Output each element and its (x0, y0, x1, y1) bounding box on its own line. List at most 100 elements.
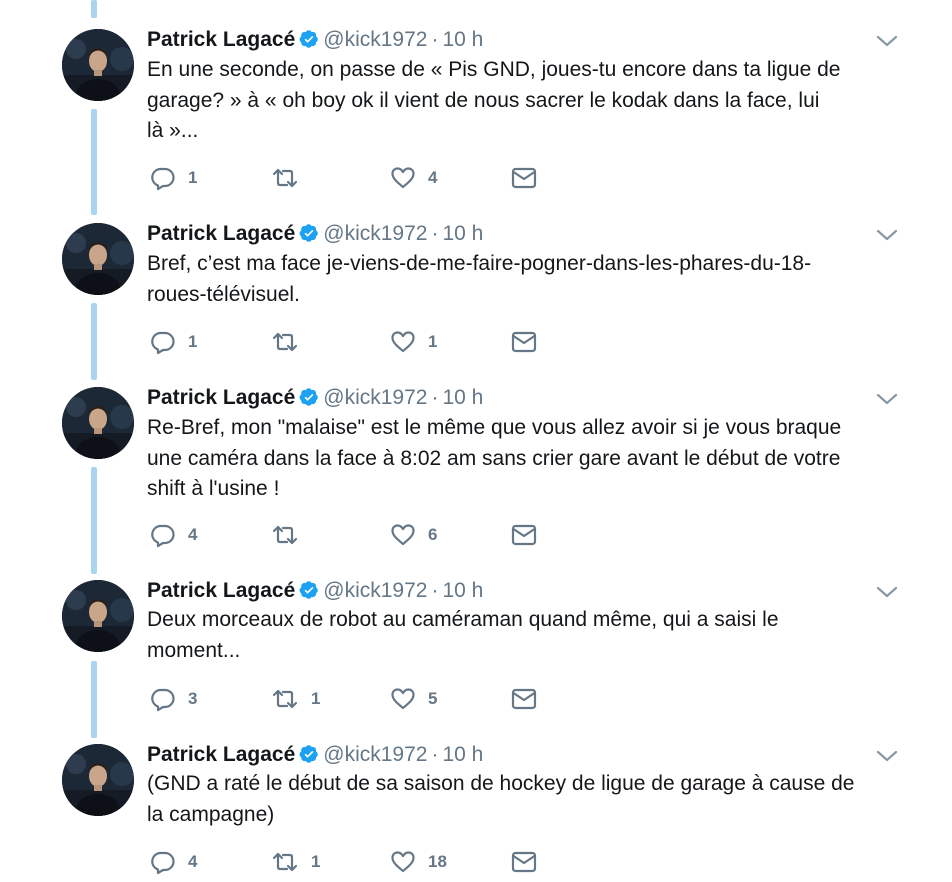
retweet-count: 1 (311, 689, 321, 708)
envelope-icon (511, 687, 537, 711)
author-handle[interactable]: @kick1972 (323, 743, 427, 766)
avatar[interactable] (62, 387, 134, 459)
tweet-text: Bref, c’est ma face je-viens-de-me-faire… (147, 252, 812, 306)
timestamp[interactable]: 10 h (442, 579, 483, 602)
reply-icon (150, 165, 176, 191)
author-name[interactable]: Patrick Lagacé (147, 743, 295, 766)
author-name[interactable]: Patrick Lagacé (147, 222, 295, 245)
like-count: 5 (428, 689, 438, 708)
retweet-button[interactable]: 1 (271, 686, 320, 712)
separator-dot: · (431, 743, 439, 766)
retweet-button[interactable] (271, 522, 311, 548)
chevron-down-icon[interactable] (876, 749, 898, 763)
thread-line (91, 467, 97, 574)
avatar[interactable] (62, 744, 134, 816)
author-handle[interactable]: @kick1972 (323, 222, 427, 245)
tweet-header: Patrick Lagacé @kick1972 · 10 h (147, 579, 483, 606)
thread-line (91, 0, 97, 18)
retweet-button[interactable] (271, 165, 311, 191)
tweet-actions: 1 4 (150, 165, 550, 191)
heart-icon (390, 849, 416, 875)
chevron-down-icon[interactable] (876, 34, 898, 48)
reply-button[interactable]: 1 (150, 165, 197, 191)
like-button[interactable]: 4 (390, 165, 437, 191)
retweet-icon (271, 686, 299, 712)
envelope-icon (511, 850, 537, 874)
envelope-icon (511, 523, 537, 547)
separator-dot: · (431, 28, 439, 51)
reply-count: 4 (188, 525, 198, 544)
verified-badge-icon (299, 387, 319, 413)
tweet-actions: 4 1 18 (150, 849, 550, 875)
reply-icon (150, 686, 176, 712)
retweet-icon (271, 849, 299, 875)
reply-icon (150, 522, 176, 548)
reply-icon (150, 849, 176, 875)
tweet-actions: 4 6 (150, 522, 550, 548)
tweet-text: Re-Bref, mon "malaise" est le même que v… (147, 416, 842, 500)
like-button[interactable]: 1 (390, 329, 437, 355)
like-count: 6 (428, 525, 438, 544)
tweet-header: Patrick Lagacé @kick1972 · 10 h (147, 386, 483, 413)
avatar[interactable] (62, 29, 134, 101)
heart-icon (390, 329, 416, 355)
like-button[interactable]: 5 (390, 686, 437, 712)
like-count: 4 (428, 168, 438, 187)
verified-badge-icon (299, 580, 319, 606)
verified-badge-icon (299, 29, 319, 55)
chevron-down-icon[interactable] (876, 392, 898, 406)
heart-icon (390, 686, 416, 712)
reply-count: 4 (188, 852, 198, 871)
author-handle[interactable]: @kick1972 (323, 579, 427, 602)
tweet-header: Patrick Lagacé @kick1972 · 10 h (147, 743, 483, 770)
reply-button[interactable]: 3 (150, 686, 197, 712)
thread-line (91, 303, 97, 380)
reply-button[interactable]: 4 (150, 849, 197, 875)
reply-button[interactable]: 4 (150, 522, 197, 548)
reply-count: 3 (188, 689, 198, 708)
retweet-icon (271, 329, 299, 355)
heart-icon (390, 522, 416, 548)
direct-message-button[interactable] (511, 686, 537, 712)
chevron-down-icon[interactable] (876, 228, 898, 242)
direct-message-button[interactable] (511, 849, 537, 875)
tweet-header: Patrick Lagacé @kick1972 · 10 h (147, 222, 483, 249)
tweet-actions: 3 1 5 (150, 686, 550, 712)
heart-icon (390, 165, 416, 191)
like-count: 1 (428, 332, 438, 351)
direct-message-button[interactable] (511, 329, 537, 355)
like-button[interactable]: 18 (390, 849, 447, 875)
timestamp[interactable]: 10 h (442, 743, 483, 766)
like-count: 18 (428, 852, 447, 871)
verified-badge-icon (299, 223, 319, 249)
author-handle[interactable]: @kick1972 (323, 386, 427, 409)
retweet-button[interactable] (271, 329, 311, 355)
separator-dot: · (431, 579, 439, 602)
author-handle[interactable]: @kick1972 (323, 28, 427, 51)
retweet-button[interactable]: 1 (271, 849, 320, 875)
reply-count: 1 (188, 332, 198, 351)
like-button[interactable]: 6 (390, 522, 437, 548)
timestamp[interactable]: 10 h (442, 222, 483, 245)
reply-button[interactable]: 1 (150, 329, 197, 355)
chevron-down-icon[interactable] (876, 585, 898, 599)
reply-count: 1 (188, 168, 198, 187)
author-name[interactable]: Patrick Lagacé (147, 579, 295, 602)
tweet-text: (GND a raté le début de sa saison de hoc… (147, 772, 855, 826)
reply-icon (150, 329, 176, 355)
tweet-header: Patrick Lagacé @kick1972 · 10 h (147, 28, 483, 55)
tweet-actions: 1 1 (150, 329, 550, 355)
avatar[interactable] (62, 580, 134, 652)
direct-message-button[interactable] (511, 522, 537, 548)
direct-message-button[interactable] (511, 165, 537, 191)
timestamp[interactable]: 10 h (442, 28, 483, 51)
author-name[interactable]: Patrick Lagacé (147, 386, 295, 409)
retweet-icon (271, 522, 299, 548)
retweet-count: 1 (311, 852, 321, 871)
author-name[interactable]: Patrick Lagacé (147, 28, 295, 51)
avatar[interactable] (62, 223, 134, 295)
envelope-icon (511, 330, 537, 354)
timestamp[interactable]: 10 h (442, 386, 483, 409)
thread-line (91, 109, 97, 215)
tweet-text: Deux morceaux de robot au caméraman quan… (147, 608, 779, 662)
